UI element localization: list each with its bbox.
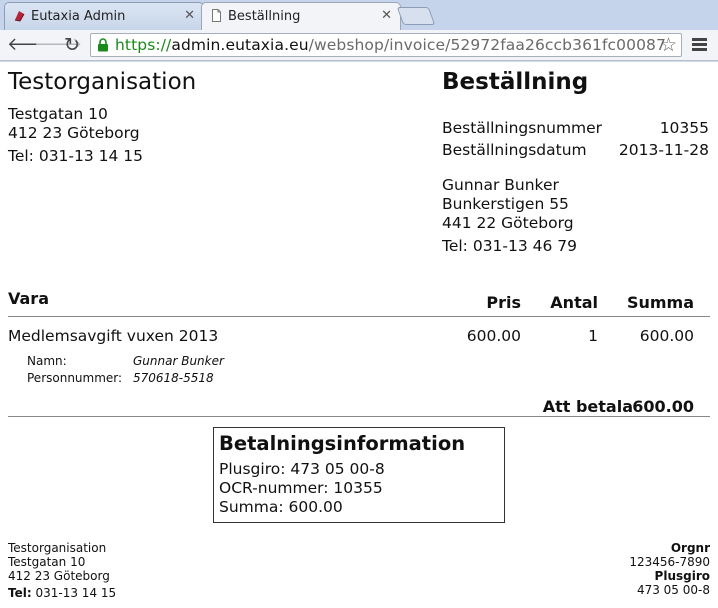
tab-title: Eutaxia Admin [31,9,126,24]
customer-name: Gunnar Bunker [442,176,559,194]
footer-org-name: Testorganisation [8,541,107,555]
lock-icon [98,38,108,52]
column-header-sum: Summa [626,293,694,312]
page-icon [212,9,221,22]
footer-orgnr-value: 123456-7890 [629,555,710,569]
tab-bestallning[interactable]: Beställning ✕ [201,2,401,30]
payment-info-box: Betalningsinformation Plusgiro: 473 05 0… [213,427,505,523]
tab-eutaxia-admin[interactable]: Eutaxia Admin ✕ [4,2,204,30]
footer-phone-label: Tel: [8,586,32,600]
total-label: Att betala [542,397,633,416]
table-header-divider [8,316,710,317]
seller-name: Testorganisation [8,69,197,95]
menu-icon[interactable] [690,36,708,54]
customer-city: 441 22 Göteborg [442,214,574,232]
url-text: https://admin.eutaxia.eu/webshop/invoice… [115,36,666,54]
line-item-name: Medlemsavgift vuxen 2013 [8,327,219,345]
order-date-label: Beställningsdatum [442,141,587,159]
back-arrow-icon[interactable]: 🡐 [7,35,55,55]
invoice-page: Testorganisation Testgatan 10 412 23 Göt… [0,62,718,608]
detail-personal-number-value: 570618-5518 [133,371,214,385]
footer-phone-value: 031-13 14 15 [35,586,117,600]
column-header-price: Pris [486,293,521,312]
seller-street: Testgatan 10 [8,105,108,123]
tab-strip: Eutaxia Admin ✕ Beställning ✕ [0,0,718,30]
payment-ocr: OCR-nummer: 10355 [219,479,383,497]
footer-orgnr-label: Orgnr [670,541,710,555]
order-title: Beställning [442,69,589,95]
forward-arrow-icon[interactable]: 🡒 [34,35,82,55]
close-icon[interactable]: ✕ [381,8,392,23]
payment-info-title: Betalningsinformation [219,432,466,455]
detail-personal-number-label: Personnummer: [27,371,123,385]
footer-phone: Tel: 031-13 14 15 [8,586,116,600]
line-item-sum: 600.00 [639,327,694,345]
detail-name-label: Namn: [27,354,67,368]
column-header-quantity: Antal [550,293,598,312]
order-date-value: 2013-11-28 [618,141,709,159]
payment-plusgiro: Plusgiro: 473 05 00-8 [219,460,385,478]
footer-city: 412 23 Göteborg [8,569,110,583]
customer-phone: Tel: 031-13 46 79 [442,237,578,255]
total-value: 600.00 [632,397,694,416]
seller-phone: Tel: 031-13 14 15 [8,147,144,165]
footer-plusgiro-label: Plusgiro [654,569,710,583]
tab-title: Beställning [228,9,301,24]
order-number-value: 10355 [659,119,709,137]
browser-chrome: Eutaxia Admin ✕ Beställning ✕ 🡐 🡒 ↻ http… [0,0,718,62]
address-bar[interactable]: https://admin.eutaxia.eu/webshop/invoice… [90,33,682,57]
footer-street: Testgatan 10 [8,555,86,569]
eutaxia-logo-icon [14,11,25,22]
line-item-quantity: 1 [588,327,598,345]
reload-icon[interactable]: ↻ [62,35,82,55]
close-icon[interactable]: ✕ [184,8,195,23]
customer-street: Bunkerstigen 55 [442,195,569,213]
line-item-price: 600.00 [466,327,521,345]
column-header-item: Vara [8,289,49,308]
payment-sum: Summa: 600.00 [219,498,343,516]
new-tab-button[interactable] [396,7,436,25]
bookmark-star-icon[interactable]: ☆ [660,34,677,56]
order-number-label: Beställningsnummer [442,119,603,137]
total-divider [8,416,710,417]
browser-toolbar: 🡐 🡒 ↻ https://admin.eutaxia.eu/webshop/i… [0,30,718,61]
detail-name-value: Gunnar Bunker [133,354,224,368]
footer-plusgiro-value: 473 05 00-8 [636,583,710,597]
seller-city: 412 23 Göteborg [8,124,140,142]
